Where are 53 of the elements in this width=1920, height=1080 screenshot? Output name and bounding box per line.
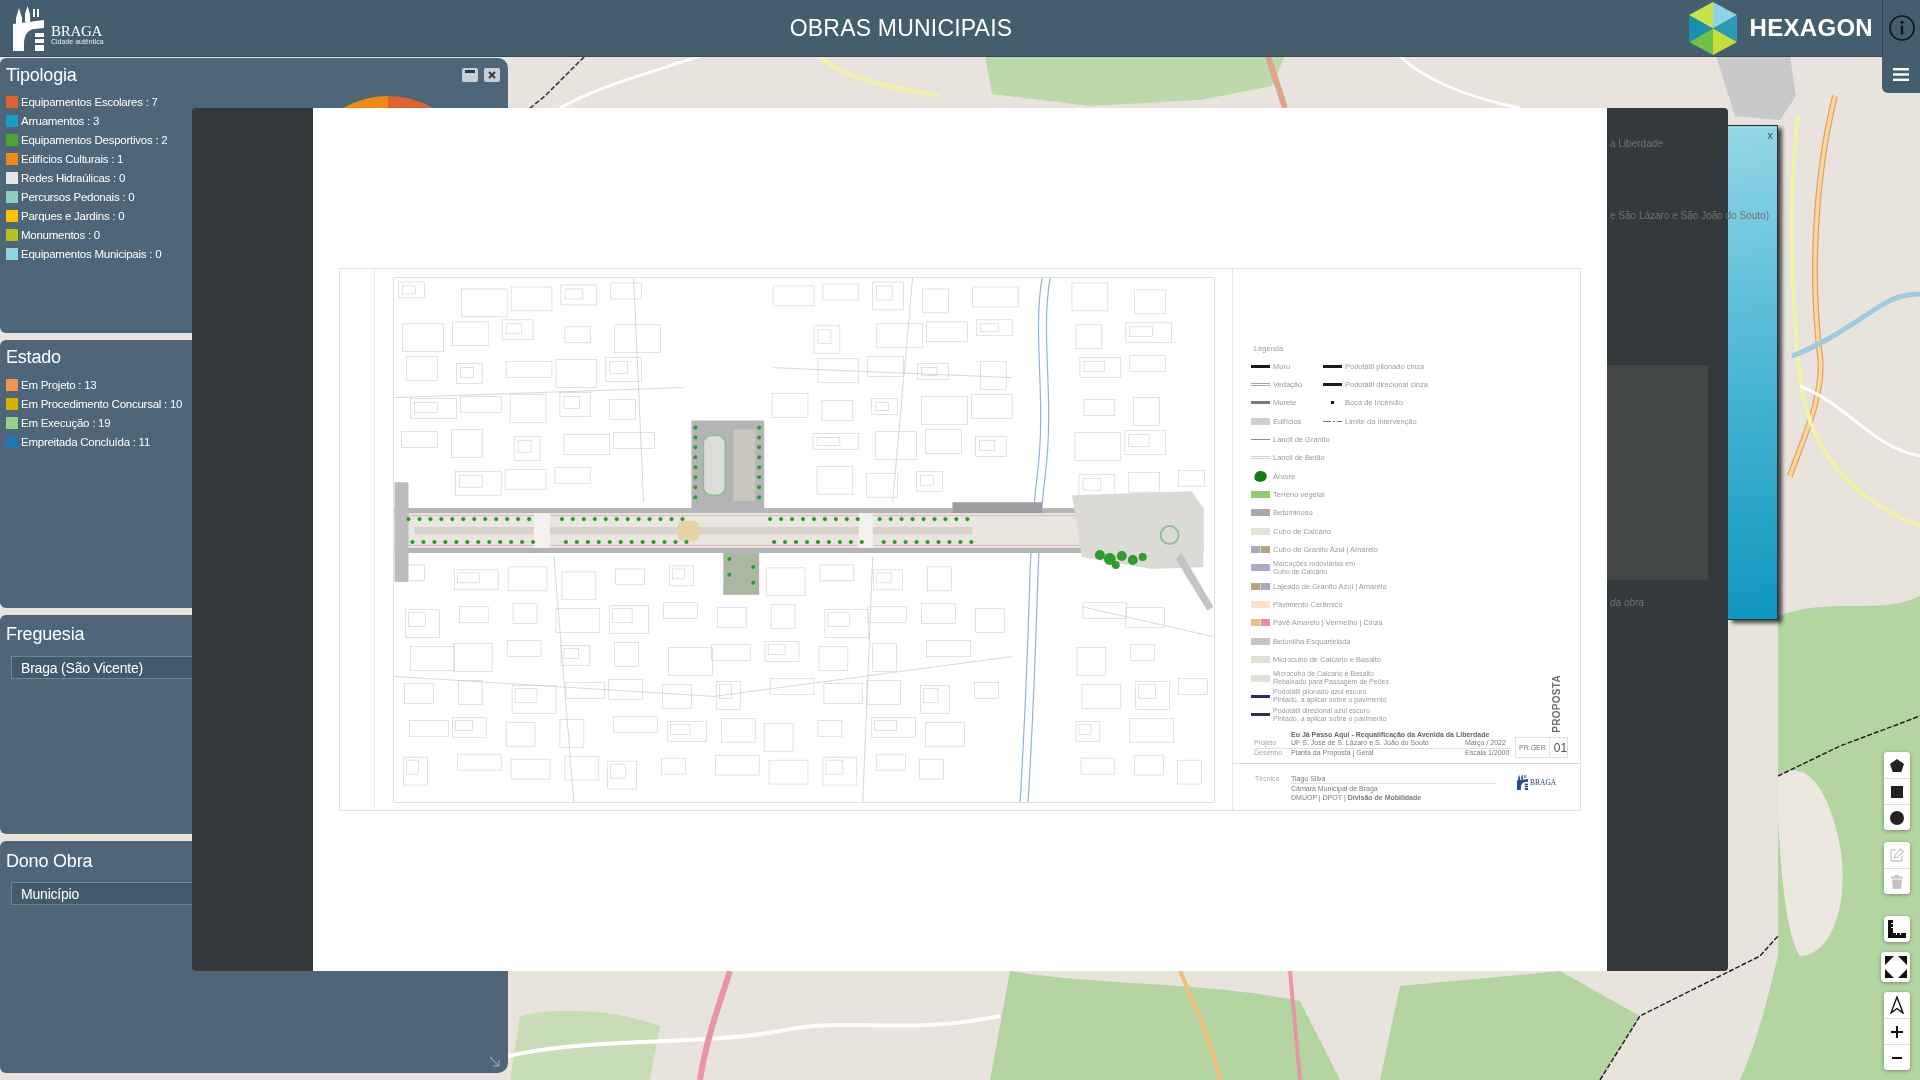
close-icon	[488, 71, 496, 79]
legend-label: Em Procedimento Concursal : 10	[21, 397, 183, 410]
reset-north-button[interactable]	[1884, 992, 1910, 1018]
panel-title: Estado	[6, 346, 61, 368]
partner-logo-text: HEXAGON	[1749, 14, 1873, 42]
legend-label: Em Execução : 19	[21, 416, 111, 429]
city-logo-icon	[13, 5, 44, 51]
legend-label: Parques e Jardins : 0	[21, 209, 125, 222]
panel-title: Tipologia	[6, 64, 77, 86]
edit-icon	[1890, 848, 1904, 862]
rectangle-tool-button[interactable]	[1884, 778, 1910, 804]
legend-label: Equipamentos Desportivos : 2	[21, 133, 168, 146]
ruler-icon	[1888, 920, 1906, 938]
legend-label: Percursos Pedonais : 0	[21, 190, 135, 203]
legend-label: Equipamentos Municipais : 0	[21, 247, 162, 260]
legend-label: Redes Hidraúlicas : 0	[21, 171, 126, 184]
sheet-number: 01	[1552, 740, 1568, 755]
menu-icon	[1893, 68, 1909, 81]
menu-button[interactable]	[1882, 56, 1920, 93]
legend-label: Monumentos : 0	[21, 228, 100, 241]
close-button[interactable]: x	[1767, 129, 1773, 141]
minus-icon	[1892, 1056, 1902, 1059]
stamp-label: PROPOSTA	[1551, 675, 1562, 733]
pentagon-icon	[1890, 758, 1904, 772]
dropdown-field[interactable]: Município	[11, 882, 192, 905]
legend-label: Empreitada Concluída : 11	[21, 435, 151, 448]
info-icon	[1888, 15, 1915, 41]
legend-label: Arruamentos : 3	[21, 114, 100, 127]
fullscreen-button[interactable]	[1881, 952, 1910, 982]
panel-title: Dono Obra	[6, 850, 93, 872]
panel-title: Freguesia	[6, 623, 85, 645]
legend-label: Equipamentos Escolares : 7	[21, 95, 158, 108]
square-icon	[1891, 785, 1903, 798]
city-logo-icon	[1517, 774, 1528, 790]
zoom-in-button[interactable]	[1884, 1018, 1910, 1044]
plus-icon	[1891, 1025, 1903, 1038]
fullscreen-icon	[1884, 956, 1907, 978]
dropdown-field[interactable]: Braga (São Vicente)	[11, 656, 192, 679]
zoom-out-button[interactable]	[1884, 1044, 1910, 1070]
circle-tool-button[interactable]	[1884, 804, 1910, 830]
minimize-button[interactable]	[462, 68, 478, 82]
trash-icon	[1891, 874, 1903, 889]
measure-button[interactable]	[1884, 916, 1910, 942]
polygon-tool-button[interactable]	[1884, 752, 1910, 778]
circle-icon	[1890, 810, 1904, 825]
close-button[interactable]	[484, 68, 500, 82]
app-title: OBRAS MUNICIPAIS	[788, 14, 1014, 42]
hexagon-logo-icon	[1688, 1, 1737, 55]
legend-label: Em Projeto : 13	[21, 378, 97, 391]
legend-label: Edifícios Culturais : 1	[21, 152, 124, 165]
logo-wordmark: BRAGA	[51, 24, 102, 38]
north-arrow-icon	[1890, 996, 1904, 1014]
minimize-icon	[465, 70, 475, 73]
